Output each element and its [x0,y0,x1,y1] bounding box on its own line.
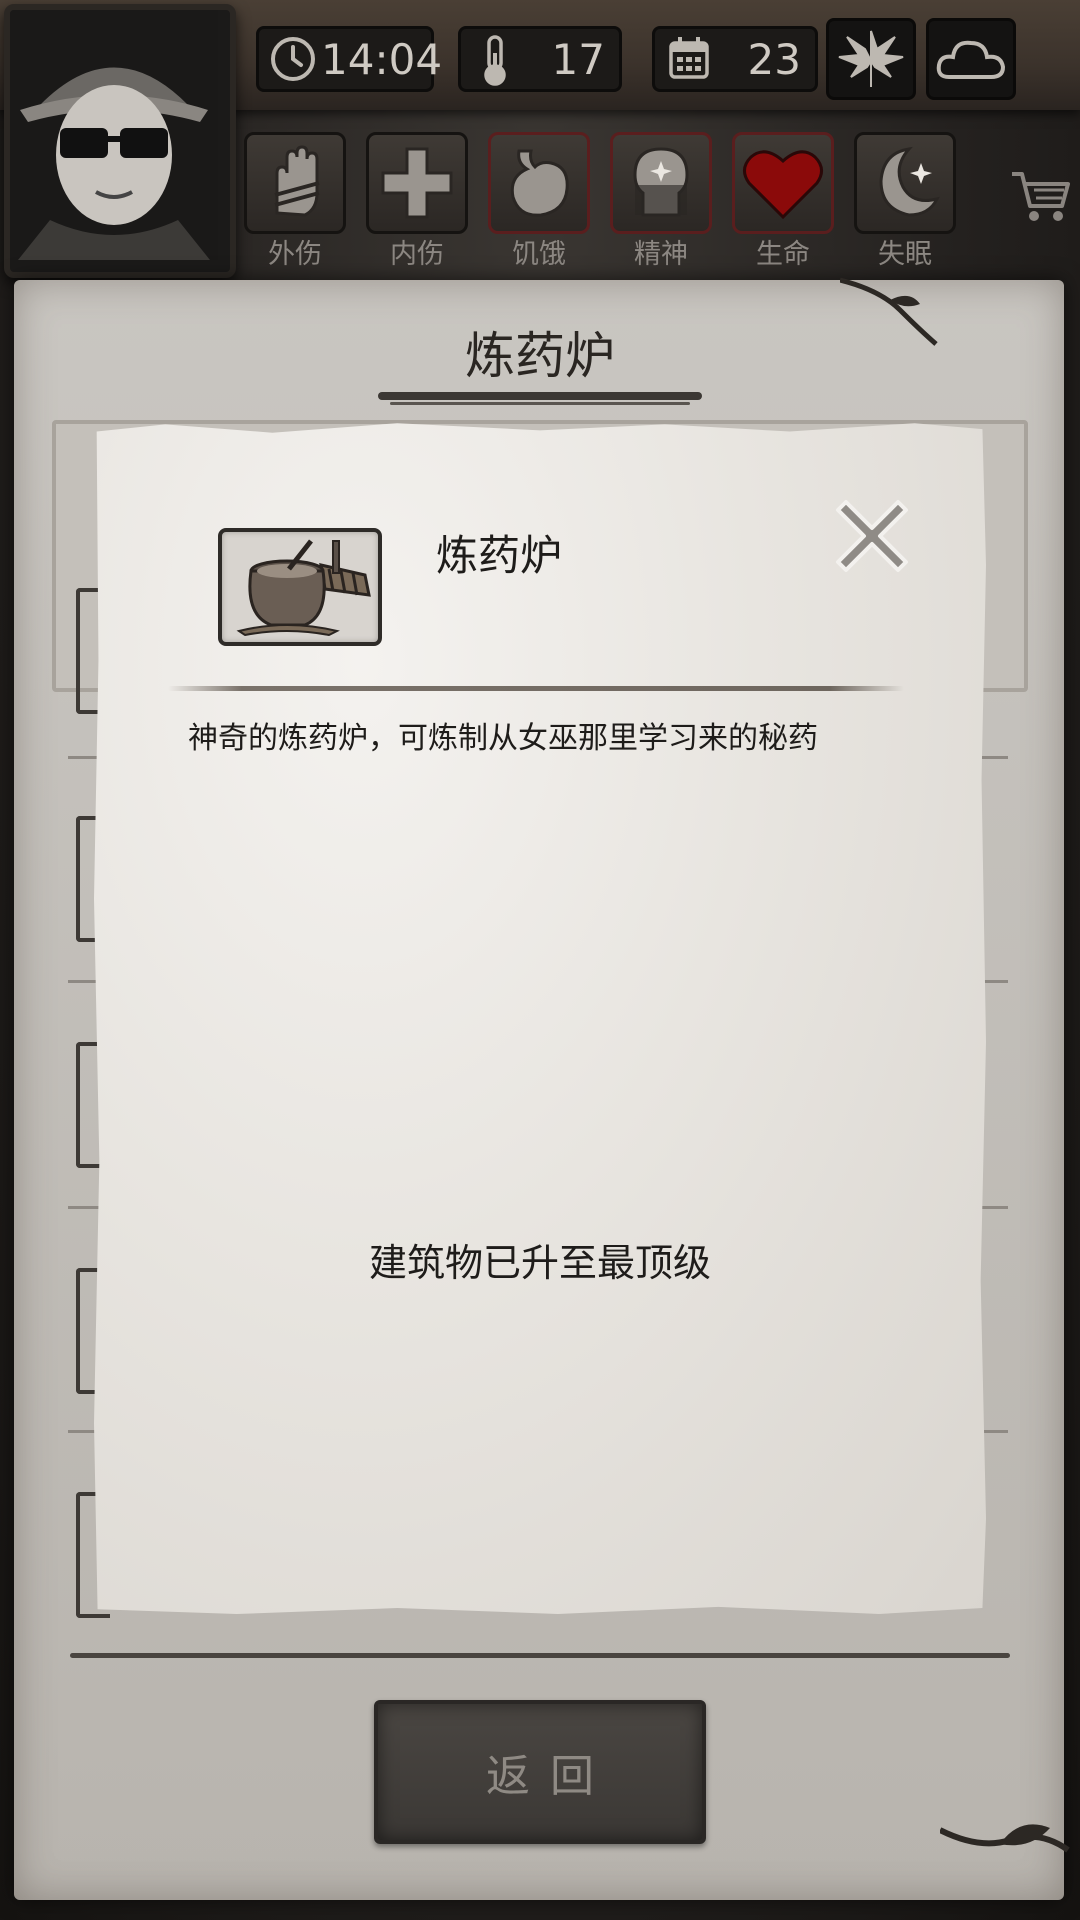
status-label-insomnia: 失眠 [878,239,932,270]
dialog-divider [168,686,904,691]
time-display: 14:04 [256,26,442,92]
dialog-upgrade-status: 建筑物已升至最顶级 [368,1241,711,1285]
status-tile-hunger[interactable] [488,132,590,234]
status-tile-internal-injury[interactable] [366,132,468,234]
weather-indicator[interactable] [926,18,1016,100]
status-label-spirit: 精神 [634,239,688,270]
clock-icon [271,37,315,81]
leaf-icon [838,30,904,87]
dialog-item-name: 炼药炉 [436,531,563,580]
shop-cart-icon[interactable] [1008,166,1072,226]
status-tile-external-injury[interactable] [244,132,346,234]
thermometer-icon [484,35,506,86]
alchemy-furnace-icon [236,539,371,637]
back-button[interactable]: 返回 [374,1700,706,1844]
stomach-icon [510,149,569,217]
temperature-display: 17 [458,26,622,92]
status-label-hunger: 饥饿 [512,239,566,270]
moon-star-icon [879,146,940,217]
head-icon [633,147,689,217]
item-icon-frame [218,528,382,646]
calendar-icon [669,37,709,79]
time-value: 14:04 [321,34,443,84]
status-label-external-injury: 外伤 [268,239,322,270]
temperature-value: 17 [551,34,605,84]
status-tile-insomnia[interactable] [854,132,956,234]
player-portrait-icon [10,10,218,260]
status-tile-health[interactable] [732,132,834,234]
game-screen: 14:04 17 23 外伤 内伤 饥饿 精神 生命 失眠 炼药炉 返回 炼药炉… [0,0,1080,1920]
status-label-internal-injury: 内伤 [390,239,444,270]
bottom-divider [70,1653,1010,1658]
hand-icon [274,145,320,217]
status-tile-spirit[interactable] [610,132,712,234]
status-label-health: 生命 [756,239,810,270]
vine-decoration-icon [940,1824,1070,1853]
panel-title-underline-thin [390,402,690,405]
cloud-icon [936,40,1006,79]
day-value: 23 [747,34,801,84]
vine-decoration-icon [840,277,938,346]
season-indicator[interactable] [826,18,916,100]
day-display: 23 [652,26,818,92]
player-avatar[interactable] [4,4,236,278]
close-icon[interactable] [834,498,910,574]
dialog-description: 神奇的炼药炉，可炼制从女巫那里学习来的秘药 [188,721,818,756]
panel-title-underline [378,392,702,400]
cross-icon [381,147,453,219]
heart-icon [743,150,823,220]
